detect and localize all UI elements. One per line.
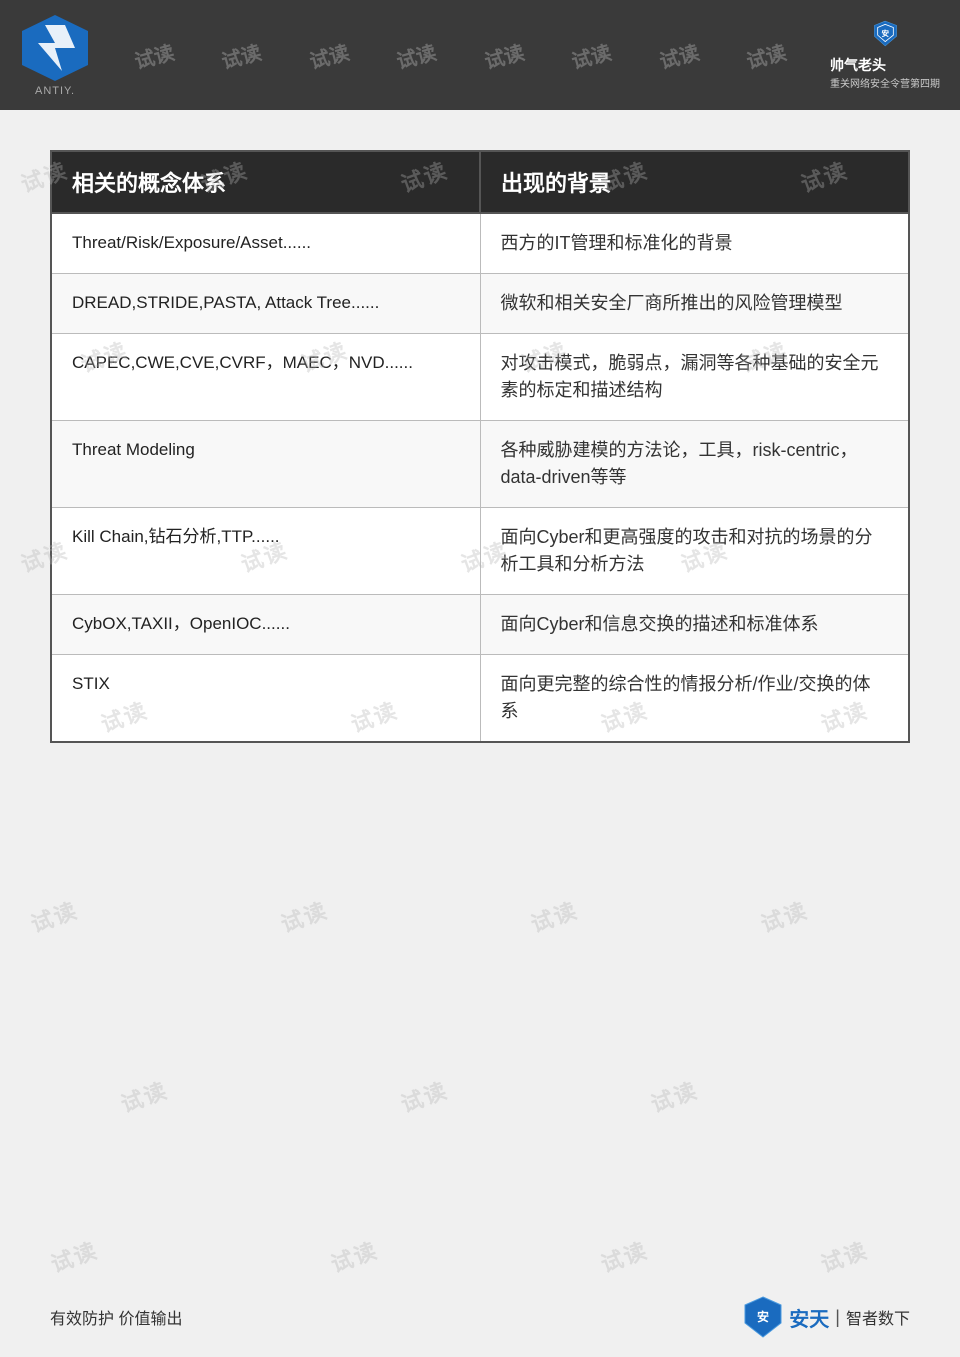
table-cell-background: 面向更完整的综合性的情报分析/作业/交换的体系	[480, 655, 909, 743]
watermark-18: 试读	[276, 893, 332, 939]
header-wm-5: 试读	[481, 36, 527, 74]
table-row: DREAD,STRIDE,PASTA, Attack Tree......微软和…	[51, 274, 909, 334]
concept-table: 相关的概念体系 出现的背景 Threat/Risk/Exposure/Asset…	[50, 150, 910, 743]
table-cell-concept: Threat/Risk/Exposure/Asset......	[51, 213, 480, 274]
header-watermarks: 试读 试读 试读 试读 试读 试读 试读 试读	[90, 41, 830, 70]
footer-tagline: 智者数下	[846, 1305, 910, 1329]
watermark-17: 试读	[26, 893, 82, 939]
watermark-26: 试读	[596, 1233, 652, 1279]
table-row: CAPEC,CWE,CVE,CVRF，MAEC，NVD......对攻击模式，脆…	[51, 334, 909, 421]
table-row: Threat/Risk/Exposure/Asset......西方的IT管理和…	[51, 213, 909, 274]
header-wm-8: 试读	[743, 36, 789, 74]
watermark-22: 试读	[396, 1073, 452, 1119]
brand-subtitle: 重关网络安全令营第四期	[830, 75, 940, 90]
table-row: CybOX,TAXII，OpenIOC......面向Cyber和信息交换的描述…	[51, 595, 909, 655]
table-cell-background: 微软和相关安全厂商所推出的风险管理模型	[480, 274, 909, 334]
footer-divider: |	[835, 1307, 840, 1328]
table-cell-background: 面向Cyber和更高强度的攻击和对抗的场景的分析工具和分析方法	[480, 508, 909, 595]
footer-right: 安 安天 | 智者数下	[743, 1295, 910, 1339]
header-wm-4: 试读	[393, 36, 439, 74]
table-cell-concept: Threat Modeling	[51, 421, 480, 508]
table-row: Threat Modeling各种威胁建模的方法论，工具，risk-centri…	[51, 421, 909, 508]
watermark-25: 试读	[326, 1233, 382, 1279]
footer: 有效防护 价值输出 安 安天 | 智者数下	[0, 1277, 960, 1357]
watermark-23: 试读	[646, 1073, 702, 1119]
col2-header: 出现的背景	[480, 151, 909, 213]
main-content: 相关的概念体系 出现的背景 Threat/Risk/Exposure/Asset…	[0, 110, 960, 773]
svg-text:安: 安	[757, 1309, 769, 1324]
table-cell-background: 面向Cyber和信息交换的描述和标准体系	[480, 595, 909, 655]
header-wm-2: 试读	[218, 36, 264, 74]
table-cell-background: 对攻击模式，脆弱点，漏洞等各种基础的安全元素的标定和描述结构	[480, 334, 909, 421]
watermark-19: 试读	[526, 893, 582, 939]
footer-brand: 安天	[789, 1303, 829, 1332]
table-cell-background: 各种威胁建模的方法论，工具，risk-centric，data-driven等等	[480, 421, 909, 508]
watermark-24: 试读	[46, 1233, 102, 1279]
header-right-brand: 安 帅气老头 重关网络安全令营第四期	[830, 20, 940, 90]
table-row: Kill Chain,钻石分析,TTP......面向Cyber和更高强度的攻击…	[51, 508, 909, 595]
table-cell-concept: Kill Chain,钻石分析,TTP......	[51, 508, 480, 595]
col1-header: 相关的概念体系	[51, 151, 480, 213]
table-cell-concept: DREAD,STRIDE,PASTA, Attack Tree......	[51, 274, 480, 334]
header: ANTIY. 试读 试读 试读 试读 试读 试读 试读 试读 安 帅气老头 重关…	[0, 0, 960, 110]
table-cell-concept: CAPEC,CWE,CVE,CVRF，MAEC，NVD......	[51, 334, 480, 421]
footer-left-text: 有效防护 价值输出	[50, 1305, 182, 1329]
watermark-27: 试读	[816, 1233, 872, 1279]
table-cell-concept: CybOX,TAXII，OpenIOC......	[51, 595, 480, 655]
header-wm-1: 试读	[131, 36, 177, 74]
watermark-21: 试读	[116, 1073, 172, 1119]
header-wm-6: 试读	[568, 36, 614, 74]
logo-label: ANTIY.	[35, 85, 75, 97]
svg-text:安: 安	[881, 28, 889, 38]
table-row: STIX面向更完整的综合性的情报分析/作业/交换的体系	[51, 655, 909, 743]
table-cell-background: 西方的IT管理和标准化的背景	[480, 213, 909, 274]
header-wm-3: 试读	[306, 36, 352, 74]
logo-area: ANTIY.	[20, 13, 90, 97]
brand-name: 帅气老头	[830, 55, 940, 75]
watermark-20: 试读	[756, 893, 812, 939]
table-cell-concept: STIX	[51, 655, 480, 743]
header-wm-7: 试读	[656, 36, 702, 74]
